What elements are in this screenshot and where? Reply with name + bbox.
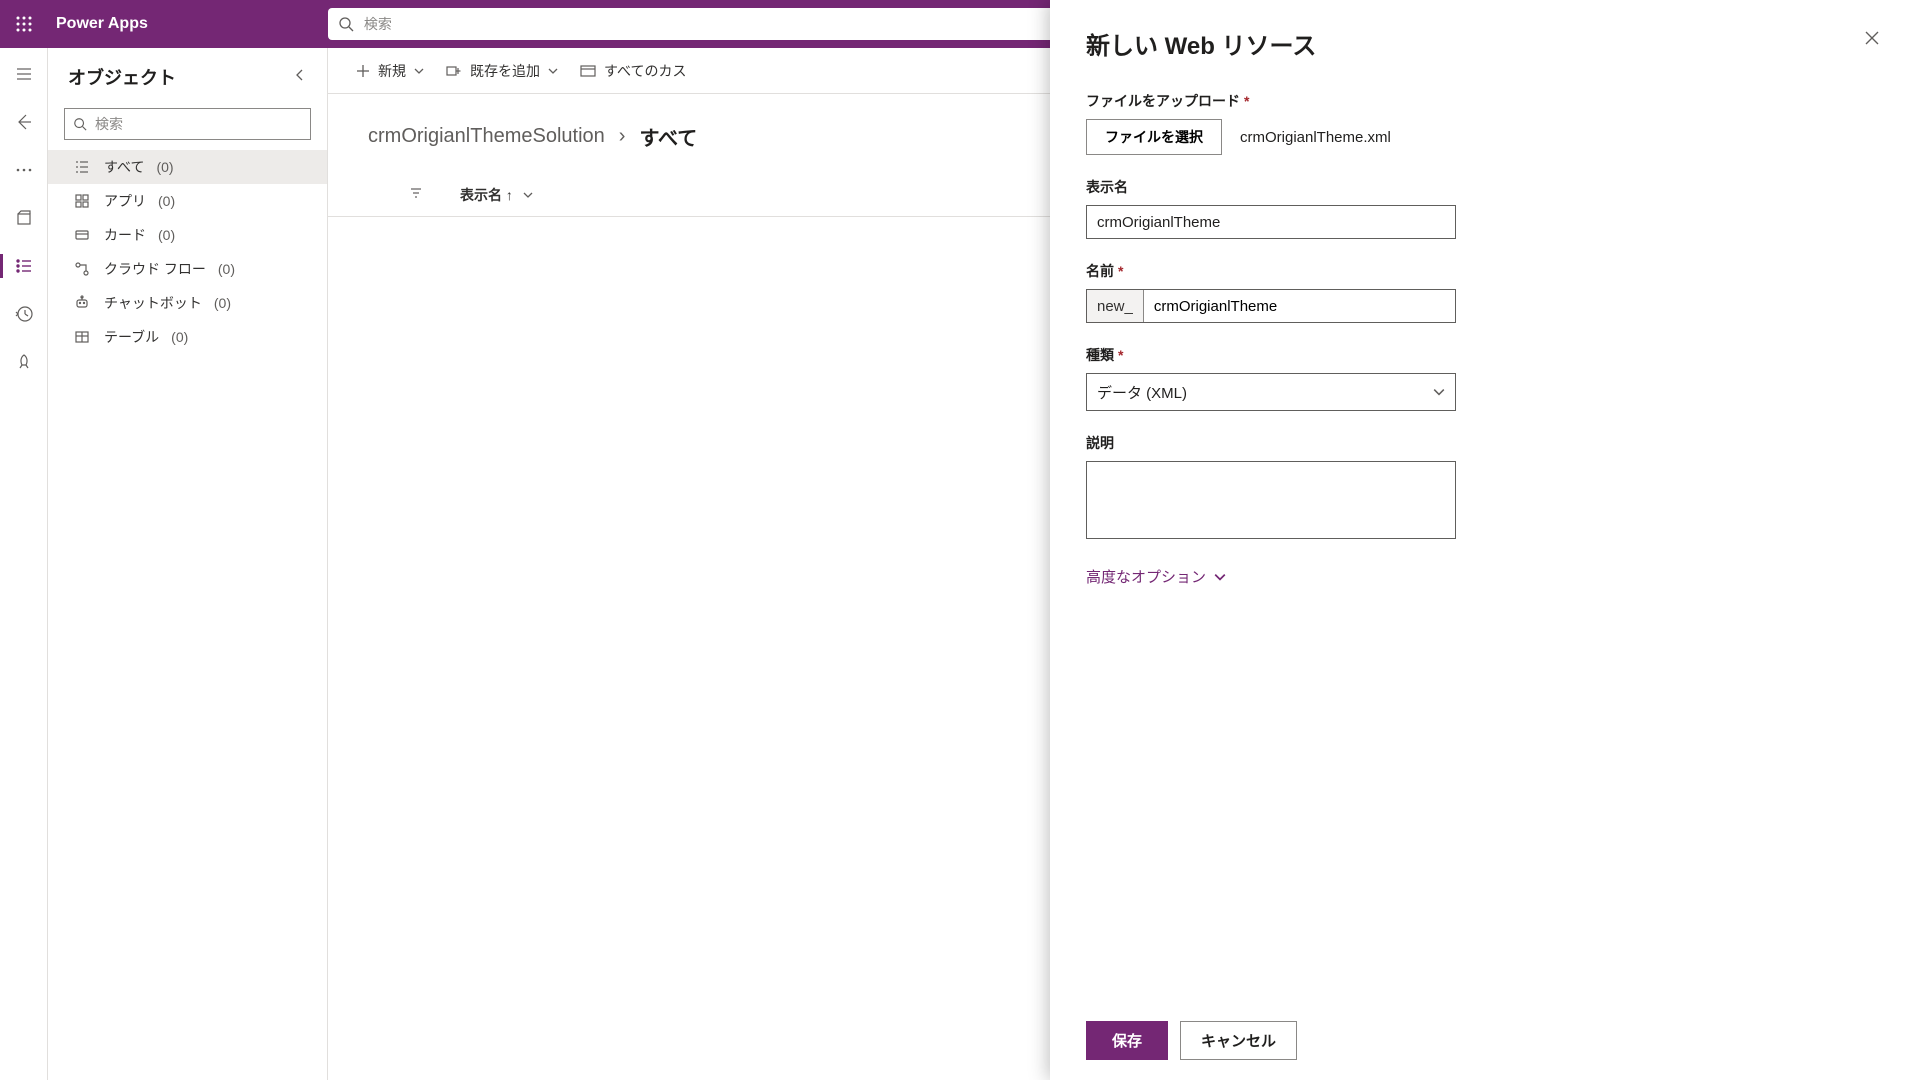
add-existing-button[interactable]: 既存を追加 [446,61,558,81]
sidebar-item-label: チャットボット [104,293,202,313]
save-button[interactable]: 保存 [1086,1021,1168,1060]
history-icon[interactable] [0,294,48,334]
flow-icon [72,261,92,277]
drawer-title: 新しい Web リソース [1086,26,1860,61]
rocket-icon[interactable] [0,342,48,382]
sidebar-item-flows[interactable]: クラウド フロー (0) [48,252,327,286]
chatbot-icon [72,295,92,311]
sidebar-item-count: (0) [158,193,175,209]
description-input[interactable] [1086,461,1456,539]
new-web-resource-drawer: 新しい Web リソース ファイルをアップロード* ファイルを選択 crmOri… [1050,0,1920,1080]
add-existing-icon [446,64,462,78]
sidebar-item-label: クラウド フロー [104,259,206,279]
new-button[interactable]: 新規 [356,61,424,81]
all-customizations-button[interactable]: すべてのカス [580,61,686,81]
sidebar-item-label: すべて [104,157,144,177]
toolbar-label: 新規 [378,61,406,81]
sidebar-item-count: (0) [218,261,235,277]
breadcrumb-root[interactable]: crmOrigianlThemeSolution [368,125,605,148]
sidebar-item-count: (0) [171,329,188,345]
chevron-down-icon [1214,571,1226,583]
back-icon[interactable] [0,102,48,142]
advanced-options-toggle[interactable]: 高度なオプション [1086,566,1884,587]
hamburger-icon[interactable] [0,54,48,94]
sidebar-item-apps[interactable]: アプリ (0) [48,184,327,218]
objects-sidebar: オブジェクト すべて (0) アプリ (0) カード (0) クラウド フロー … [48,48,328,1080]
left-rail [0,48,48,1080]
window-icon [580,64,596,78]
sidebar-search-input[interactable] [87,116,302,132]
breadcrumb-separator: › [619,125,626,148]
sidebar-item-tables[interactable]: テーブル (0) [48,320,327,354]
toolbar-label: 既存を追加 [470,61,540,81]
name-label: 名前* [1086,261,1884,281]
chevron-down-icon [1433,386,1445,398]
chevron-down-icon [523,190,533,200]
sidebar-item-count: (0) [158,227,175,243]
chevron-down-icon [548,66,558,76]
apps-icon [72,193,92,209]
sidebar-item-label: テーブル [104,327,159,347]
name-prefix: new_ [1087,290,1144,322]
close-icon[interactable] [1860,26,1884,55]
sidebar-item-cards[interactable]: カード (0) [48,218,327,252]
sidebar-item-count: (0) [156,159,173,175]
breadcrumb-current: すべて [639,122,697,151]
sidebar-title: オブジェクト [68,64,293,90]
sidebar-item-all[interactable]: すべて (0) [48,150,327,184]
search-icon [73,117,87,131]
description-label: 説明 [1086,433,1884,453]
waffle-icon[interactable] [0,0,48,48]
column-display-name[interactable]: 表示名 ↑ [460,185,533,205]
app-title: Power Apps [48,15,328,33]
sidebar-item-label: アプリ [104,191,146,211]
sidebar-item-label: カード [104,225,146,245]
sidebar-item-count: (0) [214,295,231,311]
type-value: データ (XML) [1097,382,1187,403]
toolbar-label: すべてのカス [604,61,686,81]
type-select[interactable]: データ (XML) [1086,373,1456,411]
sidebar-item-chatbots[interactable]: チャットボット (0) [48,286,327,320]
selected-file-name: crmOrigianlTheme.xml [1240,129,1391,146]
all-icon [72,159,92,175]
sort-icon[interactable] [408,185,424,204]
sidebar-search[interactable] [64,108,311,140]
chevron-down-icon [414,66,424,76]
type-label: 種類* [1086,345,1884,365]
more-icon[interactable] [0,150,48,190]
search-icon [338,16,354,32]
name-input[interactable] [1144,290,1455,322]
cancel-button[interactable]: キャンセル [1180,1021,1297,1060]
collapse-sidebar-icon[interactable] [293,68,307,87]
plus-icon [356,64,370,78]
display-name-label: 表示名 [1086,177,1884,197]
upload-label: ファイルをアップロード* [1086,91,1884,111]
card-icon [72,227,92,243]
table-icon [72,329,92,345]
list-icon[interactable] [0,246,48,286]
package-icon[interactable] [0,198,48,238]
display-name-input[interactable] [1086,205,1456,239]
choose-file-button[interactable]: ファイルを選択 [1086,119,1222,155]
name-input-group: new_ [1086,289,1456,323]
